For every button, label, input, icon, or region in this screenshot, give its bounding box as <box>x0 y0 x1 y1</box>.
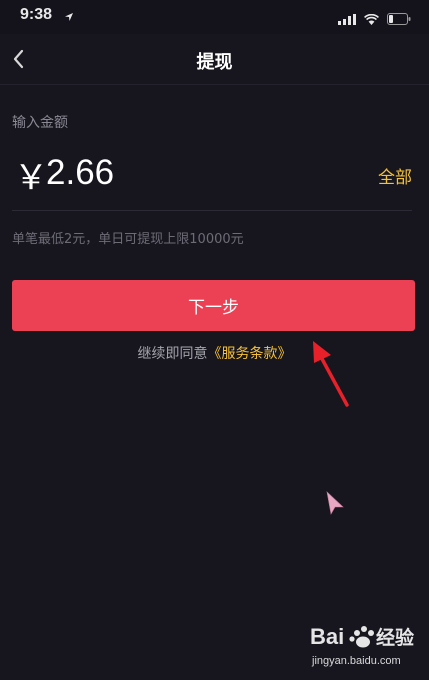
divider <box>12 210 412 211</box>
page-title: 提现 <box>196 52 233 73</box>
watermark-url: jingyan.baidu.com <box>312 655 401 667</box>
location-arrow-icon <box>64 7 74 26</box>
baidu-jingyan-watermark-logo: Bai 经验 <box>310 622 420 656</box>
svg-text:Bai: Bai <box>310 624 344 649</box>
svg-text:经验: 经验 <box>376 626 415 649</box>
wifi-icon <box>364 10 379 29</box>
terms-line: 继续即同意《服务条款》 <box>0 343 429 363</box>
withdraw-all-button[interactable]: 全部 <box>378 163 412 188</box>
amount-input[interactable] <box>46 151 306 195</box>
status-time: 9:38 <box>20 6 53 23</box>
battery-icon <box>387 10 411 29</box>
limit-note: 单笔最低2元，单日可提现上限10000元 <box>12 232 244 247</box>
navigation-bar: 提现 <box>0 34 429 85</box>
status-bar: 9:38 <box>0 0 429 34</box>
terms-of-service-link[interactable]: 《服务条款》 <box>208 346 292 362</box>
amount-label: 输入金额 <box>12 115 68 131</box>
next-step-button[interactable]: 下一步 <box>12 280 415 331</box>
signal-icon <box>338 10 356 29</box>
red-arrow-annotation <box>305 335 355 414</box>
terms-prefix: 继续即同意 <box>137 346 208 362</box>
mouse-pointer-icon <box>324 490 346 520</box>
currency-symbol: ￥ <box>14 158 48 198</box>
